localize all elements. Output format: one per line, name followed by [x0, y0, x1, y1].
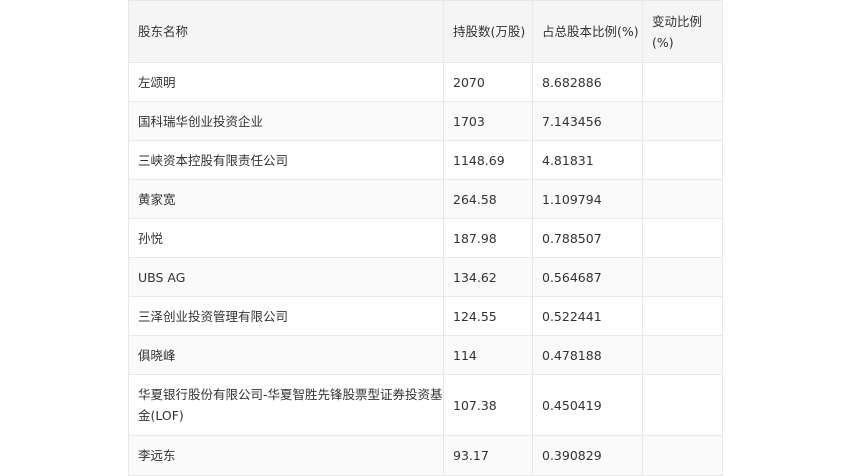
- cell-shares: 134.62: [443, 257, 533, 297]
- cell-ratio: 0.522441: [532, 296, 643, 336]
- cell-name: 俱晓峰: [128, 335, 444, 375]
- cell-ratio: 0.564687: [532, 257, 643, 297]
- cell-change: [642, 101, 723, 141]
- table-row: 黄家宽 264.58 1.109794: [128, 179, 723, 219]
- cell-shares: 93.17: [443, 435, 533, 476]
- table-row: 三泽创业投资管理有限公司 124.55 0.522441: [128, 296, 723, 336]
- cell-name: 李远东: [128, 435, 444, 476]
- cell-shares: 187.98: [443, 218, 533, 258]
- table-row: 华夏银行股份有限公司-华夏智胜先锋股票型证券投资基金(LOF) 107.38 0…: [128, 374, 723, 436]
- cell-ratio: 0.788507: [532, 218, 643, 258]
- cell-name: 左颂明: [128, 62, 444, 102]
- header-shareholder-name: 股东名称: [128, 0, 444, 63]
- cell-ratio: 0.390829: [532, 435, 643, 476]
- cell-ratio: 0.450419: [532, 374, 643, 436]
- cell-change: [642, 140, 723, 180]
- table-row: 李远东 93.17 0.390829: [128, 435, 723, 476]
- cell-ratio: 7.143456: [532, 101, 643, 141]
- cell-ratio: 0.478188: [532, 335, 643, 375]
- cell-shares: 2070: [443, 62, 533, 102]
- cell-name: UBS AG: [128, 257, 444, 297]
- header-ratio: 占总股本比例(%): [532, 0, 643, 63]
- cell-shares: 1703: [443, 101, 533, 141]
- header-change: 变动比例(%): [642, 0, 723, 63]
- cell-shares: 124.55: [443, 296, 533, 336]
- cell-change: [642, 435, 723, 476]
- cell-change: [642, 257, 723, 297]
- cell-ratio: 4.81831: [532, 140, 643, 180]
- header-shares: 持股数(万股): [443, 0, 533, 63]
- cell-change: [642, 296, 723, 336]
- table-header-row: 股东名称 持股数(万股) 占总股本比例(%) 变动比例(%): [128, 0, 723, 63]
- cell-shares: 264.58: [443, 179, 533, 219]
- shareholder-table: 股东名称 持股数(万股) 占总股本比例(%) 变动比例(%) 左颂明 2070 …: [128, 0, 723, 476]
- cell-name: 三泽创业投资管理有限公司: [128, 296, 444, 336]
- cell-ratio: 1.109794: [532, 179, 643, 219]
- cell-shares: 107.38: [443, 374, 533, 436]
- table-row: 左颂明 2070 8.682886: [128, 62, 723, 102]
- cell-change: [642, 62, 723, 102]
- table-row: 孙悦 187.98 0.788507: [128, 218, 723, 258]
- cell-shares: 114: [443, 335, 533, 375]
- cell-name: 孙悦: [128, 218, 444, 258]
- table-row: 三峡资本控股有限责任公司 1148.69 4.81831: [128, 140, 723, 180]
- cell-name: 黄家宽: [128, 179, 444, 219]
- table-row: 俱晓峰 114 0.478188: [128, 335, 723, 375]
- cell-change: [642, 335, 723, 375]
- cell-name: 华夏银行股份有限公司-华夏智胜先锋股票型证券投资基金(LOF): [128, 374, 444, 436]
- cell-shares: 1148.69: [443, 140, 533, 180]
- cell-ratio: 8.682886: [532, 62, 643, 102]
- table-row: 国科瑞华创业投资企业 1703 7.143456: [128, 101, 723, 141]
- cell-change: [642, 218, 723, 258]
- shareholder-table-container: 股东名称 持股数(万股) 占总股本比例(%) 变动比例(%) 左颂明 2070 …: [128, 0, 723, 476]
- cell-name: 三峡资本控股有限责任公司: [128, 140, 444, 180]
- cell-change: [642, 179, 723, 219]
- table-row: UBS AG 134.62 0.564687: [128, 257, 723, 297]
- cell-name: 国科瑞华创业投资企业: [128, 101, 444, 141]
- cell-change: [642, 374, 723, 436]
